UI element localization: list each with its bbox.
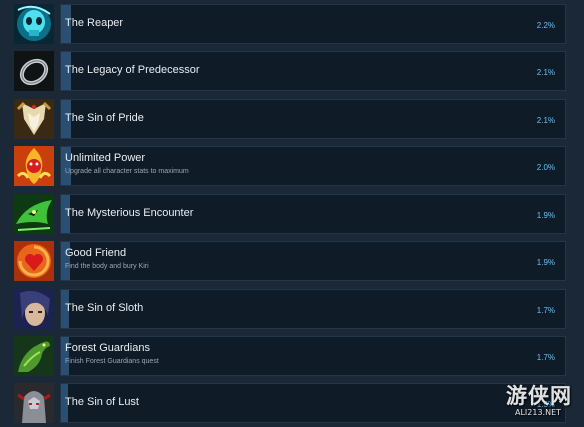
achievement-title: The Sin of Lust <box>65 396 139 408</box>
achievement-title: Unlimited Power <box>65 152 146 164</box>
achievement-percent: 2.2% <box>536 21 555 30</box>
achievement-row[interactable]: The Sin of Pride 2.1% <box>0 99 584 144</box>
achievement-percent: 2.1% <box>536 116 555 125</box>
site-watermark: 游侠网 ALI213.NET <box>506 380 580 422</box>
lust-knight-icon <box>14 383 54 423</box>
silver-ring-icon <box>14 51 54 91</box>
achievement-bar: The Sin of Sloth 1.7% <box>60 289 566 329</box>
achievement-description: Finish Forest Guardians quest <box>65 358 159 365</box>
achievement-percent: 1.7% <box>536 306 555 315</box>
achievement-bar: Unlimited Power Upgrade all character st… <box>60 146 566 186</box>
sloth-portrait-icon <box>14 289 54 329</box>
achievement-bar: The Mysterious Encounter 1.9% <box>60 194 566 234</box>
achievement-percent: 1.9% <box>536 211 555 220</box>
pride-mask-icon <box>14 99 54 139</box>
achievement-row[interactable]: Unlimited Power Upgrade all character st… <box>0 146 584 191</box>
achievement-bar: The Reaper 2.2% <box>60 4 566 44</box>
achievement-row[interactable]: The Sin of Sloth 1.7% <box>0 289 584 334</box>
achievement-description: Upgrade all character stats to maximum <box>65 168 189 175</box>
achievement-percent: 1.9% <box>536 258 555 267</box>
achievement-row[interactable]: The Sin of Lust 1.5% <box>0 383 584 427</box>
achievement-row[interactable]: The Legacy of Predecessor 2.1% <box>0 51 584 96</box>
achievement-title: The Sin of Sloth <box>65 302 144 314</box>
fire-demon-icon <box>14 146 54 186</box>
achievement-title: Forest Guardians <box>65 342 150 354</box>
achievement-bar: The Sin of Pride 2.1% <box>60 99 566 139</box>
achievement-row[interactable]: Forest Guardians Finish Forest Guardians… <box>0 336 584 381</box>
achievement-percent: 2.0% <box>536 163 555 172</box>
achievement-row[interactable]: Good Friend Find the body and bury Kiri … <box>0 241 584 286</box>
achievement-title: The Mysterious Encounter <box>65 207 194 219</box>
achievement-title: Good Friend <box>65 247 127 259</box>
watermark-text: 游侠网 <box>506 384 572 408</box>
achievement-title: The Legacy of Predecessor <box>65 64 200 76</box>
achievement-bar: The Legacy of Predecessor 2.1% <box>60 51 566 91</box>
achievement-percent: 2.1% <box>536 68 555 77</box>
achievement-bar: Forest Guardians Finish Forest Guardians… <box>60 336 566 376</box>
achievement-title: The Sin of Pride <box>65 112 144 124</box>
green-creature-icon <box>14 194 54 234</box>
achievement-list: The Reaper 2.2% The Legacy of Predecesso… <box>0 0 584 427</box>
achievement-row[interactable]: The Mysterious Encounter 1.9% <box>0 194 584 239</box>
achievement-bar: The Sin of Lust 1.5% <box>60 383 566 423</box>
achievement-description: Find the body and bury Kiri <box>65 263 149 270</box>
reaper-skull-icon <box>14 4 54 44</box>
achievement-row[interactable]: The Reaper 2.2% <box>0 4 584 49</box>
achievement-percent: 1.7% <box>536 353 555 362</box>
achievement-title: The Reaper <box>65 17 124 29</box>
achievement-bar: Good Friend Find the body and bury Kiri … <box>60 241 566 281</box>
watermark-subtext: ALI213.NET <box>515 408 562 417</box>
forest-lizard-icon <box>14 336 54 376</box>
heart-swirl-icon <box>14 241 54 281</box>
